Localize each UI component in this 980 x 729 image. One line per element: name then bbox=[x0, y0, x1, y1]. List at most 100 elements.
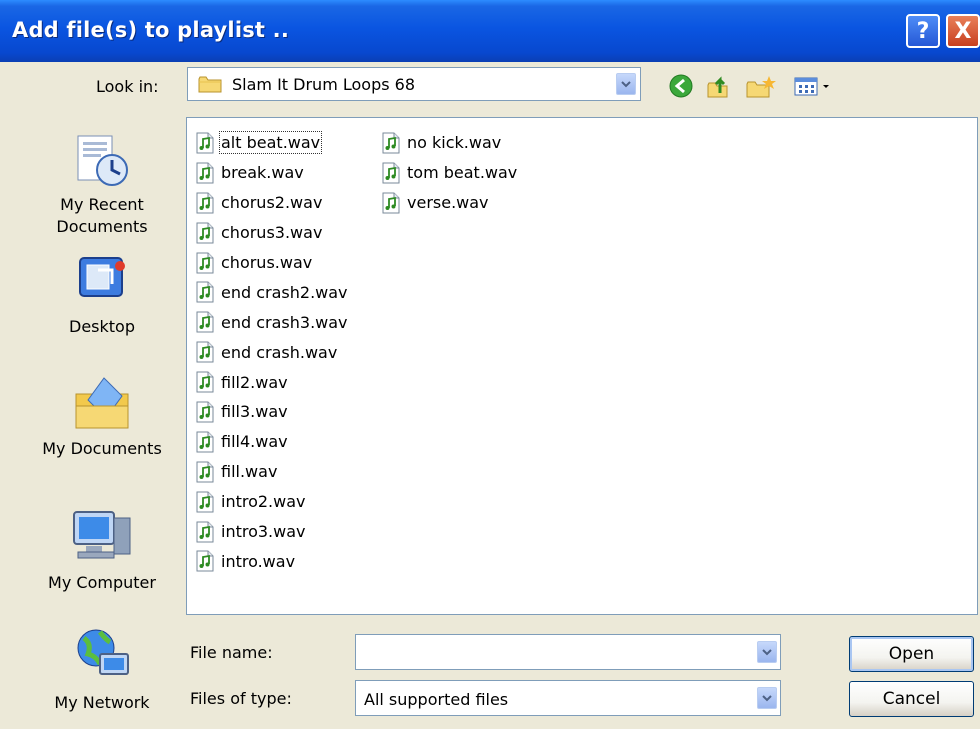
file-item[interactable]: fill3.wav bbox=[195, 397, 348, 427]
file-item[interactable]: no kick.wav bbox=[381, 128, 517, 158]
close-icon: X bbox=[954, 18, 972, 44]
file-name-text: fill2.wav bbox=[221, 372, 288, 392]
audio-file-icon bbox=[196, 132, 214, 154]
my-documents-icon bbox=[75, 377, 129, 429]
file-name-text: verse.wav bbox=[407, 193, 489, 213]
open-button-label: Open bbox=[888, 644, 935, 664]
file-item[interactable]: end crash2.wav bbox=[195, 277, 348, 307]
audio-file-icon bbox=[196, 281, 214, 303]
file-item[interactable]: verse.wav bbox=[381, 188, 517, 218]
file-name-text: end crash.wav bbox=[221, 342, 338, 362]
file-item[interactable]: end crash.wav bbox=[195, 337, 348, 367]
file-column-2: no kick.wav tom beat.wav verse.wav bbox=[381, 128, 517, 218]
audio-file-icon bbox=[196, 521, 214, 543]
file-name-text: intro2.wav bbox=[221, 492, 306, 512]
file-item[interactable]: end crash3.wav bbox=[195, 307, 348, 337]
back-icon[interactable] bbox=[668, 73, 694, 99]
file-item[interactable]: intro.wav bbox=[195, 546, 348, 576]
audio-file-icon bbox=[196, 222, 214, 244]
my-computer-icon bbox=[73, 511, 131, 559]
file-item[interactable]: intro3.wav bbox=[195, 517, 348, 547]
up-folder-icon[interactable] bbox=[705, 73, 731, 99]
file-item[interactable]: break.wav bbox=[195, 158, 348, 188]
place-label: My Network bbox=[54, 693, 150, 712]
chevron-down-icon bbox=[762, 694, 772, 701]
audio-file-icon bbox=[196, 371, 214, 393]
file-item[interactable]: fill4.wav bbox=[195, 427, 348, 457]
file-type-value: All supported files bbox=[364, 690, 509, 709]
file-name-text: end crash2.wav bbox=[221, 282, 348, 302]
new-folder-icon[interactable] bbox=[745, 73, 777, 99]
places-bar: My Recent Documents Desktop My Documents bbox=[34, 118, 170, 718]
file-type-label: Files of type: bbox=[190, 689, 292, 708]
file-name-dropdown-button[interactable] bbox=[757, 641, 777, 663]
folder-icon bbox=[198, 76, 222, 93]
file-item[interactable]: alt beat.wav bbox=[195, 128, 348, 158]
audio-file-icon bbox=[196, 401, 214, 423]
audio-file-icon bbox=[196, 192, 214, 214]
place-label: Documents bbox=[56, 217, 148, 236]
file-type-dropdown-button[interactable] bbox=[757, 687, 777, 709]
file-item[interactable]: intro2.wav bbox=[195, 487, 348, 517]
cancel-button-label: Cancel bbox=[882, 689, 941, 709]
audio-file-icon bbox=[196, 341, 214, 363]
audio-file-icon bbox=[196, 550, 214, 572]
title-bar[interactable]: Add file(s) to playlist .. ? X bbox=[0, 0, 980, 62]
file-name-text: intro3.wav bbox=[221, 522, 306, 542]
audio-file-icon bbox=[196, 431, 214, 453]
file-name-text: fill3.wav bbox=[221, 402, 288, 422]
chevron-down-icon bbox=[621, 80, 631, 87]
help-button[interactable]: ? bbox=[906, 14, 940, 48]
file-item[interactable]: chorus3.wav bbox=[195, 218, 348, 248]
place-label: My Documents bbox=[42, 439, 162, 458]
file-item[interactable]: fill.wav bbox=[195, 457, 348, 487]
network-icon bbox=[77, 629, 129, 675]
look-in-dropdown-button[interactable] bbox=[616, 73, 636, 95]
file-name-text: chorus2.wav bbox=[221, 193, 323, 213]
look-in-label: Look in: bbox=[96, 77, 159, 96]
place-label: My Recent bbox=[60, 195, 144, 214]
file-name-text: chorus.wav bbox=[221, 253, 313, 272]
audio-file-icon bbox=[196, 252, 214, 273]
file-item[interactable]: chorus2.wav bbox=[195, 188, 348, 218]
place-my-network[interactable]: My Network bbox=[34, 626, 170, 714]
file-item[interactable]: chorus.wav bbox=[195, 248, 348, 278]
dialog-title: Add file(s) to playlist .. bbox=[12, 18, 290, 42]
file-name-text: no kick.wav bbox=[407, 133, 502, 153]
file-name-text: intro.wav bbox=[221, 551, 296, 571]
file-item[interactable]: tom beat.wav bbox=[381, 158, 517, 188]
file-name-text: alt beat.wav bbox=[218, 131, 323, 155]
place-my-documents[interactable]: My Documents bbox=[34, 372, 170, 460]
desktop-icon bbox=[79, 257, 125, 297]
audio-file-icon bbox=[196, 162, 214, 184]
file-column-1: alt beat.wav break.wav chorus2.wav chorus3.… bbox=[195, 128, 348, 576]
close-button[interactable]: X bbox=[946, 14, 980, 48]
place-label: Desktop bbox=[69, 317, 135, 336]
cancel-button[interactable]: Cancel bbox=[849, 681, 974, 717]
file-name-text: chorus3.wav bbox=[221, 223, 323, 243]
place-my-recent-documents[interactable]: My Recent Documents bbox=[34, 132, 170, 238]
file-item[interactable]: fill2.wav bbox=[195, 367, 348, 397]
file-name-text: tom beat.wav bbox=[407, 163, 518, 183]
file-name-label: File name: bbox=[190, 643, 273, 662]
audio-file-icon bbox=[382, 192, 400, 214]
add-files-dialog: Add file(s) to playlist .. ? X Look in: … bbox=[0, 0, 980, 729]
open-button[interactable]: Open bbox=[849, 636, 974, 672]
file-name-text: fill4.wav bbox=[221, 432, 288, 452]
file-name-input[interactable] bbox=[355, 634, 781, 670]
place-desktop[interactable]: Desktop bbox=[34, 254, 170, 338]
look-in-dropdown[interactable]: Slam It Drum Loops 68 bbox=[187, 67, 641, 101]
file-name-text: fill.wav bbox=[221, 462, 278, 482]
file-name-text: break.wav bbox=[221, 163, 304, 183]
views-menu-icon[interactable] bbox=[792, 73, 836, 99]
audio-file-icon bbox=[382, 132, 400, 154]
place-label: My Computer bbox=[48, 573, 156, 592]
recent-documents-icon bbox=[77, 135, 128, 186]
audio-file-icon bbox=[196, 311, 214, 333]
file-list[interactable]: alt beat.wav break.wav chorus2.wav chorus3.… bbox=[186, 117, 978, 615]
place-my-computer[interactable]: My Computer bbox=[34, 506, 170, 594]
audio-file-icon bbox=[382, 162, 400, 184]
audio-file-icon bbox=[196, 491, 214, 513]
help-icon: ? bbox=[916, 18, 930, 44]
file-type-select[interactable]: All supported files bbox=[355, 680, 781, 716]
